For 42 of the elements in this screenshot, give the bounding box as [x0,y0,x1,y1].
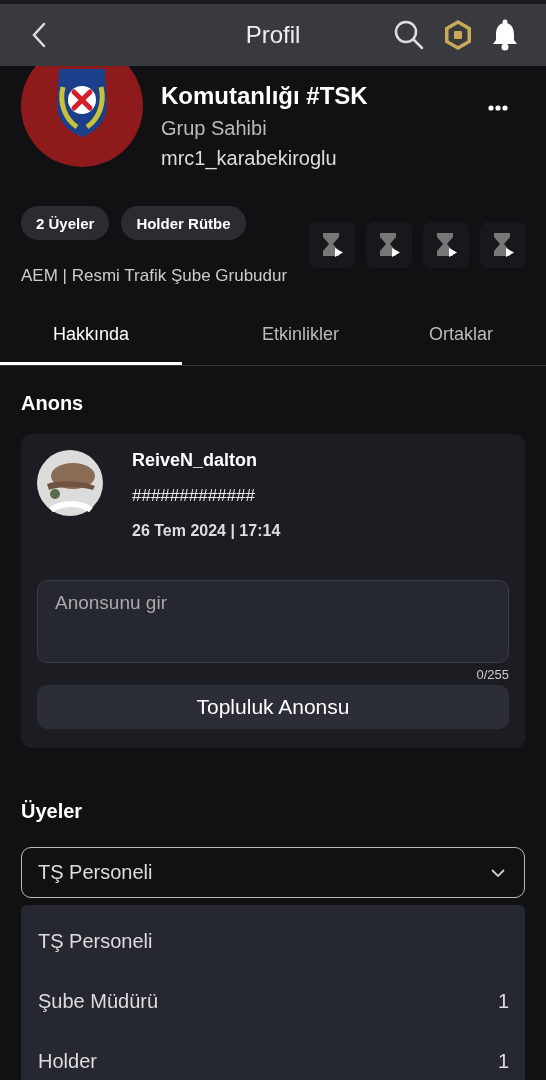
option-label: TŞ Personeli [38,929,153,953]
info-chip[interactable]: Holder Rütbe [121,206,246,240]
announcement-text: ############# [132,486,256,506]
chevron-icon [490,867,506,878]
hourglass-play-icon [320,232,344,258]
game-tile[interactable] [366,222,412,268]
group-description: AEM | Resmi Trafik Şube Grubudur [21,266,289,286]
announce-button[interactable]: Topluluk Anonsu [37,685,509,729]
page-title: Profil [245,21,301,49]
tab[interactable]: Hakkında [0,316,182,365]
option-label: Holder [38,1049,97,1073]
dropdown-option[interactable]: Holder 1 [21,1031,525,1080]
game-tile[interactable] [309,222,355,268]
member-count: 1 [497,989,509,1013]
section-heading: Üyeler [21,800,84,823]
game-tile[interactable] [480,222,526,268]
hourglass-play-icon [377,232,401,258]
section-heading: Anons [21,392,85,415]
tab[interactable]: Etkinlikler [182,316,419,365]
author-name[interactable]: ReiveN_dalton [132,450,281,471]
back-icon[interactable] [30,21,48,49]
owner-role: Grup Sahibi [161,117,268,140]
game-tile[interactable] [423,222,469,268]
user-avatar-icon [37,450,103,516]
role-dropdown[interactable]: TŞ Personeli [21,847,525,898]
group-name: Komutanlığı #TSK [161,81,368,111]
owner-username[interactable]: mrc1_karabekiroglu [161,147,368,170]
hourglass-play-icon [491,232,515,258]
info-chip[interactable]: 2 Üyeler [21,206,110,240]
tab[interactable]: Ortaklar [419,316,546,365]
hourglass-play-icon [434,232,458,258]
more-options-icon[interactable] [488,105,508,111]
notification-bell-icon[interactable] [491,19,519,51]
dropdown-option[interactable]: Şube Müdürü 1 [21,971,525,1031]
dropdown-option[interactable]: TŞ Personeli [21,911,525,971]
search-icon[interactable] [393,19,425,51]
post-date: 26 Tem 2024 | 17:14 [132,522,281,540]
character-counter: 0/255 [475,667,509,682]
option-label: Şube Müdürü [38,989,159,1013]
coin-icon[interactable] [443,19,473,51]
member-count: 1 [497,1049,509,1073]
announcement-input[interactable]: Anonsunu gir [37,580,509,663]
